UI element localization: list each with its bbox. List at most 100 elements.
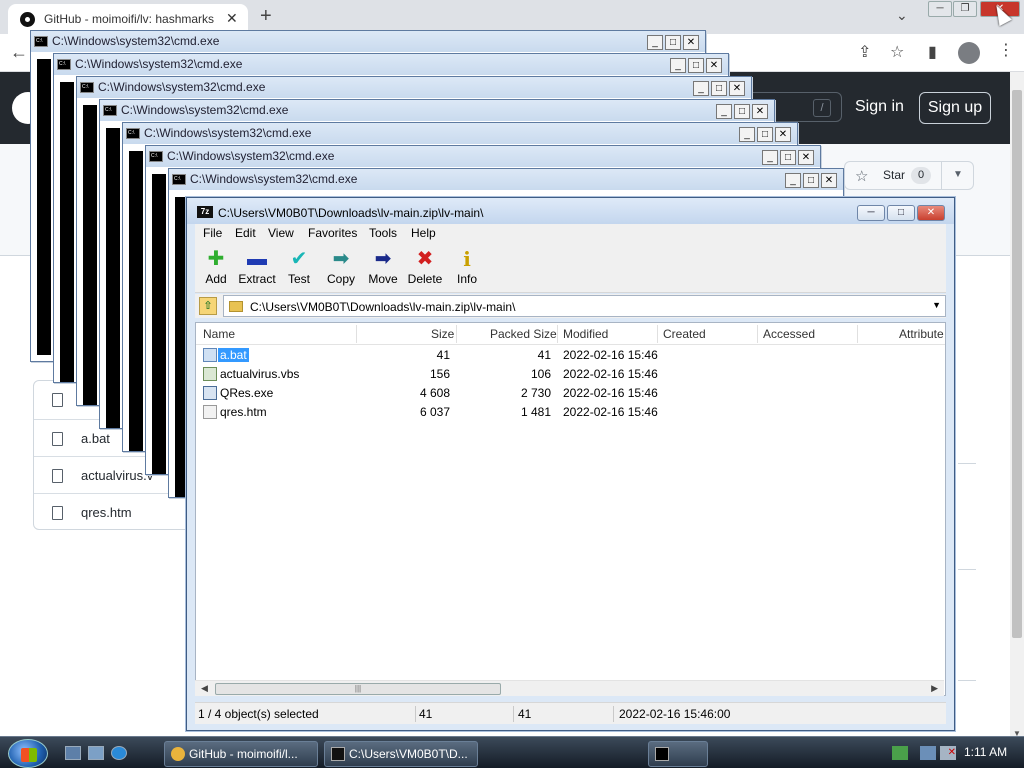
browser-menu-icon[interactable]: ⋮ [998,40,1014,60]
file-name[interactable]: a.bat [81,431,110,446]
cmd-titlebar[interactable]: C:\ C:\Windows\system32\cmd.exe _ □ ✕ [31,31,705,52]
star-dropdown-chevron-icon[interactable]: ▼ [941,162,974,189]
file-name[interactable]: qres.htm [220,405,267,419]
column-divider[interactable] [456,325,457,343]
horizontal-scrollbar[interactable]: ◀ ||| ▶ [195,680,944,696]
up-folder-icon[interactable]: ⇧ [199,297,217,315]
maximize-button[interactable]: □ [688,58,704,73]
close-button[interactable]: ✕ [752,104,768,119]
cmd-titlebar[interactable]: C:\ C:\Windows\system32\cmd.exe _ □ ✕ [54,54,728,75]
minimize-button[interactable]: _ [647,35,663,50]
maximize-button[interactable]: □ [734,104,750,119]
file-name[interactable]: actualvirus.v [81,468,153,483]
clock[interactable]: 1:11 AM [964,745,1007,759]
menu-edit[interactable]: Edit [235,226,256,240]
path-input[interactable]: C:\Users\VM0B0T\Downloads\lv-main.zip\lv… [223,295,946,317]
minimize-button[interactable]: ─ [857,205,885,221]
file-name[interactable]: QRes.exe [220,386,273,400]
minimize-button[interactable]: _ [693,81,709,96]
extract-button[interactable]: ▬ Extract [237,247,277,291]
start-button[interactable] [8,739,48,768]
delete-button[interactable]: ✖ Delete [405,247,445,291]
file-name[interactable]: qres.htm [81,505,132,520]
show-desktop-icon[interactable] [65,746,81,760]
side-panel-icon[interactable]: ▮ [928,42,937,62]
file-name[interactable]: actualvirus.vbs [220,367,299,381]
sevenzip-window[interactable]: 7z C:\Users\VM0B0T\Downloads\lv-main.zip… [186,197,955,731]
minimize-button[interactable]: _ [670,58,686,73]
column-divider[interactable] [757,325,758,343]
scrollbar-thumb[interactable]: ||| [215,683,501,695]
internet-explorer-icon[interactable] [111,746,127,760]
star-button[interactable]: ☆ Star 0 ▼ [844,161,974,190]
column-packed-size[interactable]: Packed Size [490,327,557,341]
cmd-titlebar[interactable]: C:\ C:\Windows\system32\cmd.exe _ □ ✕ [146,146,820,167]
close-button[interactable]: ✕ [821,173,837,188]
scroll-left-arrow-icon[interactable]: ◀ [201,683,208,694]
maximize-button[interactable]: □ [887,205,915,221]
column-accessed[interactable]: Accessed [763,327,815,341]
cmd-titlebar[interactable]: C:\ C:\Windows\system32\cmd.exe _ □ ✕ [100,100,774,121]
close-tab-icon[interactable]: ✕ [226,10,238,27]
column-divider[interactable] [657,325,658,343]
monitor-tray-icon[interactable] [920,746,936,760]
scrollbar-thumb[interactable] [1012,90,1022,638]
maximize-button[interactable]: □ [803,173,819,188]
menu-tools[interactable]: Tools [369,226,397,240]
taskbar-item-browser[interactable]: GitHub - moimoifi/l... [164,741,318,767]
file-name[interactable]: a.bat [218,348,249,362]
profile-avatar[interactable] [958,42,980,64]
back-arrow-icon[interactable]: ← [10,42,28,63]
page-scrollbar[interactable]: ▼ [1010,72,1024,740]
maximize-button[interactable]: □ [757,127,773,142]
minimize-button[interactable]: _ [716,104,732,119]
add-button[interactable]: ✚ Add [196,247,236,291]
close-button[interactable]: ✕ [775,127,791,142]
column-created[interactable]: Created [663,327,706,341]
column-divider[interactable] [557,325,558,343]
minimize-button[interactable]: _ [739,127,755,142]
move-button[interactable]: ➡ Move [363,247,403,291]
file-row[interactable]: qres.htm 6 037 1 481 2022-02-16 15:46 [196,403,945,422]
column-divider[interactable] [857,325,858,343]
tab-search-chevron-icon[interactable]: ⌄ [896,7,908,24]
file-row[interactable]: a.bat 41 41 2022-02-16 15:46 [196,346,945,365]
close-button[interactable]: ✕ [798,150,814,165]
taskbar-item-7zip[interactable]: C:\Users\VM0B0T\D... [324,741,478,767]
column-attributes[interactable]: Attribute [899,327,944,341]
column-divider[interactable] [356,325,357,343]
cmd-titlebar[interactable]: C:\ C:\Windows\system32\cmd.exe _ □ ✕ [123,123,797,144]
minimize-button[interactable]: _ [785,173,801,188]
volume-muted-icon[interactable]: ✕ [940,746,956,760]
new-tab-button[interactable]: + [260,5,272,28]
browser-restore-button[interactable]: ❐ [953,1,977,17]
maximize-button[interactable]: □ [711,81,727,96]
cmd-titlebar[interactable]: C:\ C:\Windows\system32\cmd.exe _ □ ✕ [169,169,843,190]
sign-up-button[interactable]: Sign up [919,92,991,124]
info-button[interactable]: i Info [447,247,487,291]
scroll-right-arrow-icon[interactable]: ▶ [931,683,938,694]
column-modified[interactable]: Modified [563,327,608,341]
switch-windows-icon[interactable] [88,746,104,760]
sevenzip-titlebar[interactable]: 7z C:\Users\VM0B0T\Downloads\lv-main.zip… [187,198,954,224]
file-row[interactable]: actualvirus.vbs 156 106 2022-02-16 15:46 [196,365,945,384]
copy-button[interactable]: ➡ Copy [321,247,361,291]
menu-view[interactable]: View [268,226,294,240]
cmd-titlebar[interactable]: C:\ C:\Windows\system32\cmd.exe _ □ ✕ [77,77,751,98]
menu-favorites[interactable]: Favorites [308,226,357,240]
test-button[interactable]: ✔ Test [279,247,319,291]
browser-minimize-button[interactable]: ─ [928,1,952,17]
menu-help[interactable]: Help [411,226,436,240]
path-dropdown-icon[interactable]: ▼ [932,300,941,310]
network-tray-icon[interactable] [892,746,908,760]
maximize-button[interactable]: □ [665,35,681,50]
column-size[interactable]: Size [431,327,454,341]
close-button[interactable]: ✕ [706,58,722,73]
menu-file[interactable]: File [203,226,222,240]
bookmark-star-icon[interactable]: ☆ [890,42,904,62]
maximize-button[interactable]: □ [780,150,796,165]
close-button[interactable]: ✕ [917,205,945,221]
close-button[interactable]: ✕ [729,81,745,96]
share-icon[interactable]: ⇪ [858,42,871,62]
file-row[interactable]: qres.htm [34,493,192,530]
